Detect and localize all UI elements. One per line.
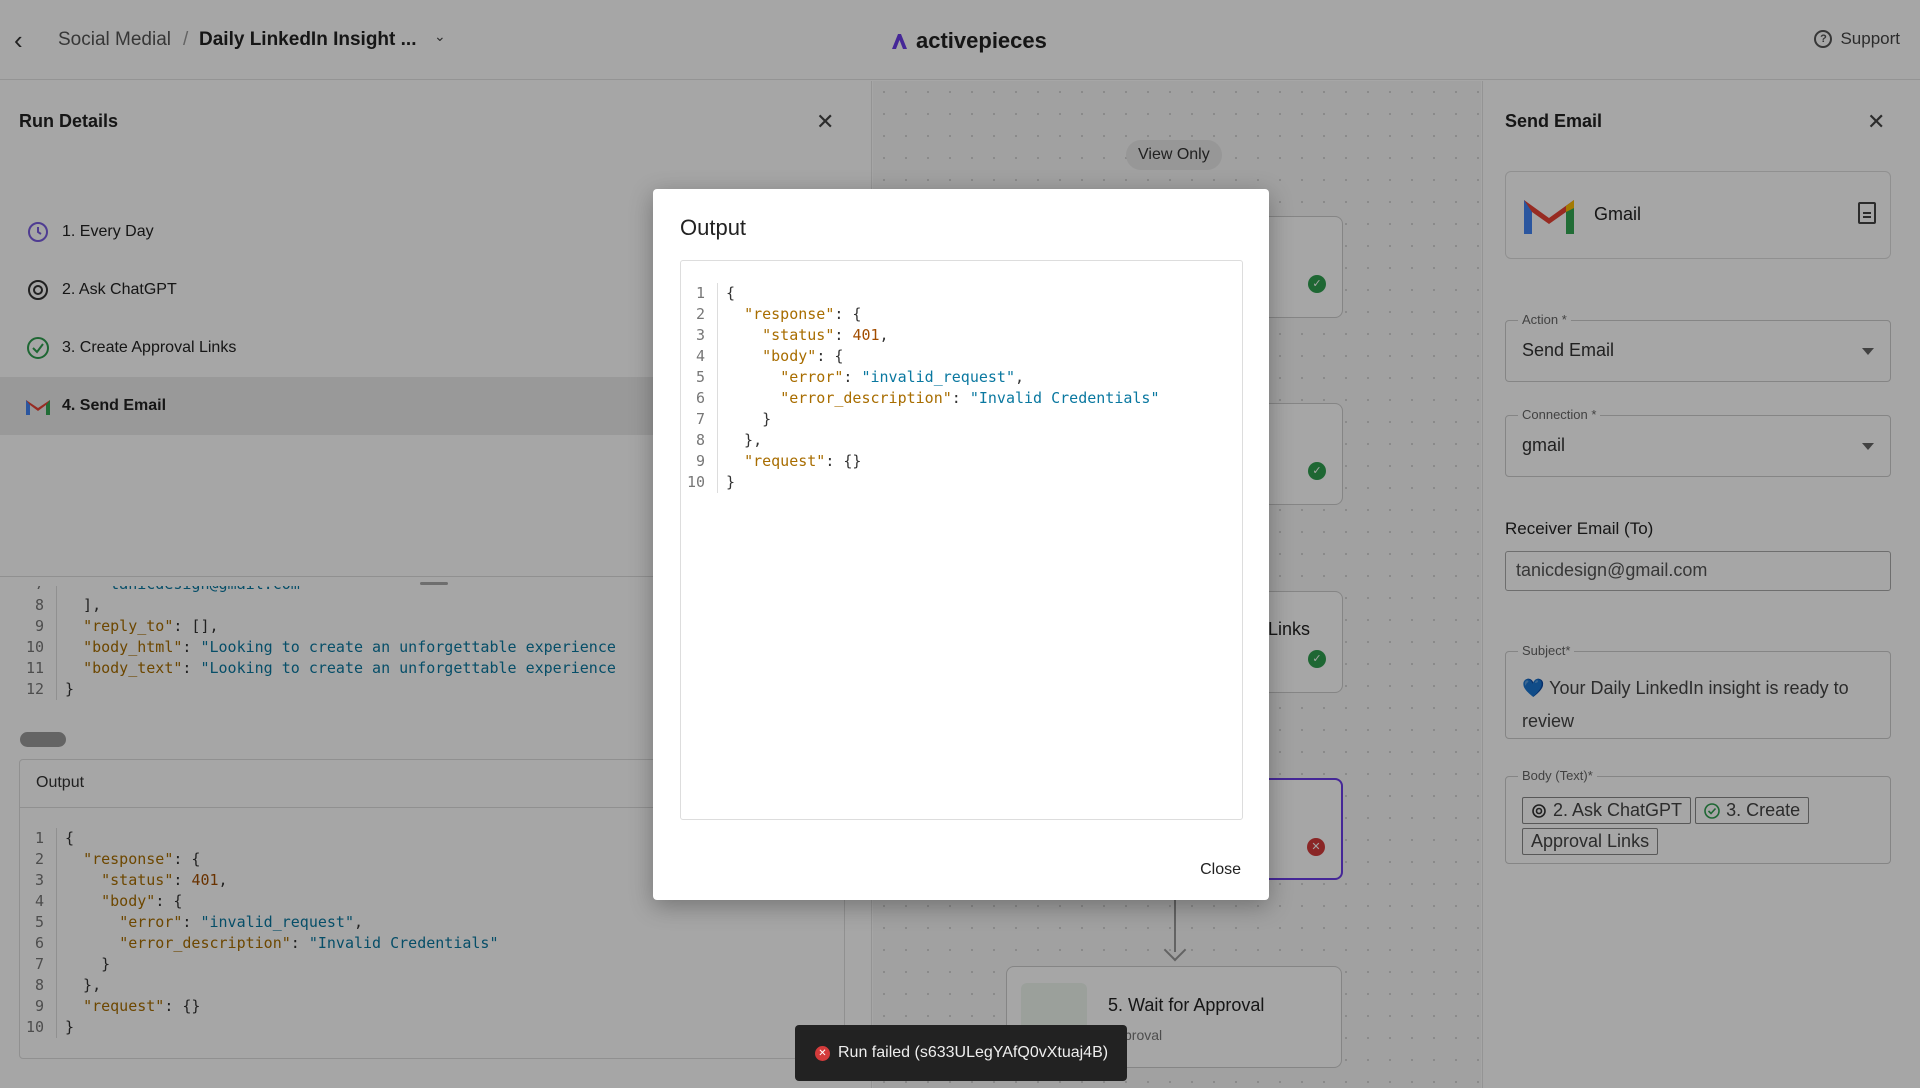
code-line: 7 } bbox=[695, 409, 772, 430]
code-line: 4 "body": { bbox=[695, 346, 844, 367]
code-line: 1{ bbox=[695, 283, 736, 304]
code-line: 6 "error_description": "Invalid Credenti… bbox=[695, 388, 1160, 409]
toast-message: Run failed (s633ULegYAfQ0vXtuaj4B) bbox=[838, 1044, 1109, 1061]
code-line: 9 "request": {} bbox=[695, 451, 862, 472]
code-line: 8 }, bbox=[695, 430, 763, 451]
modal-code-block: 1{ 2 "response": { 3 "status": 401, 4 "b… bbox=[680, 260, 1243, 820]
error-x-icon: ✕ bbox=[815, 1045, 830, 1061]
close-button[interactable]: Close bbox=[1200, 861, 1241, 879]
modal-title: Output bbox=[680, 215, 747, 240]
code-line: 3 "status": 401, bbox=[695, 325, 889, 346]
output-modal: Output 1{ 2 "response": { 3 "status": 40… bbox=[653, 189, 1269, 900]
code-line: 2 "response": { bbox=[695, 304, 862, 325]
code-line: 10} bbox=[686, 472, 736, 493]
error-toast: ✕ Run failed (s633ULegYAfQ0vXtuaj4B) bbox=[795, 1025, 1127, 1081]
code-line: 5 "error": "invalid_request", bbox=[695, 367, 1025, 388]
